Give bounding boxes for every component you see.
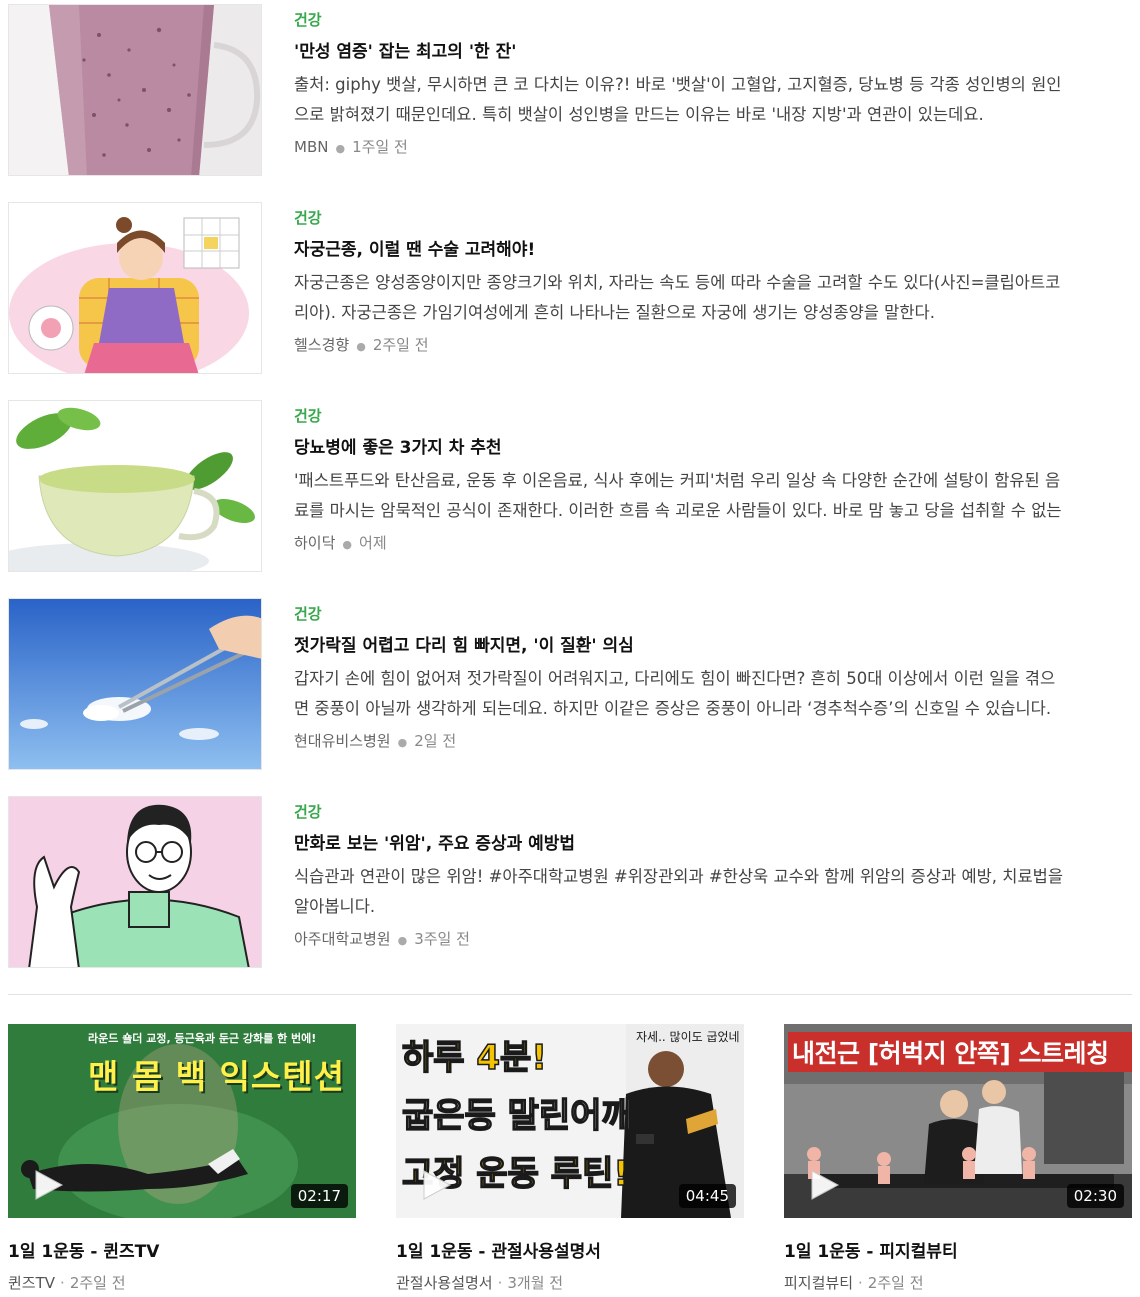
article-description: 자궁근종은 양성종양이지만 종양크기와 위치, 자라는 속도 등에 따라 수술을… xyxy=(294,273,1061,322)
article-category: 건강 xyxy=(294,407,322,425)
video-meta: 관절사용설명서 · 3개월 전 xyxy=(396,1273,744,1293)
woman-illustration-image xyxy=(9,203,261,373)
video-title[interactable]: 1일 1운동 - 퀸즈TV xyxy=(8,1240,356,1264)
video-thumbnail[interactable]: 내전근 [허벅지 안쪽] 스트레칭 02:30 xyxy=(784,1024,1132,1218)
separator-dot: ● xyxy=(397,736,408,749)
article-meta: MBN ● 1주일 전 xyxy=(294,137,1064,159)
video-meta: 피지컬뷰티 · 2주일 전 xyxy=(784,1273,1132,1293)
article-source[interactable]: MBN xyxy=(294,138,328,156)
separator-dot: ● xyxy=(335,142,346,155)
play-icon[interactable] xyxy=(30,1168,64,1202)
article-title[interactable]: 당뇨병에 좋은 3가지 차 추천 xyxy=(294,436,1064,460)
separator-dot: ● xyxy=(356,340,366,353)
article-title[interactable]: '만성 염증' 잡는 최고의 '한 잔' xyxy=(294,40,1064,64)
article-thumbnail-smoothie[interactable] xyxy=(8,4,262,176)
article-time: 2주일 전 xyxy=(372,336,429,354)
article-item[interactable]: 건강 젓가락질 어렵고 다리 힘 빠지면, '이 질환' 의심 갑자기 손에 힘… xyxy=(8,598,1132,770)
video-item[interactable]: 내전근 [허벅지 안쪽] 스트레칭 02:30 1일 1운동 - 피지컬뷰티 피… xyxy=(784,1024,1132,1293)
play-icon[interactable] xyxy=(806,1168,840,1202)
video-meta: 퀸즈TV · 2주일 전 xyxy=(8,1273,356,1293)
separator: · xyxy=(497,1274,503,1292)
chopsticks-sky-image xyxy=(9,599,261,769)
video-time: 2주일 전 xyxy=(867,1274,924,1292)
article-thumbnail-chopsticks[interactable] xyxy=(8,598,262,770)
video-thumbnail[interactable]: 라운드 숄더 교정, 등근육과 둔근 강화를 한 번에! 맨 몸 백 익스텐션 … xyxy=(8,1024,356,1218)
article-category: 건강 xyxy=(294,803,322,821)
article-meta: 현대유비스병원 ● 2일 전 xyxy=(294,731,1064,753)
video-channel[interactable]: 피지컬뷰티 xyxy=(784,1274,853,1292)
video-time: 2주일 전 xyxy=(69,1274,126,1292)
video-channel[interactable]: 관절사용설명서 xyxy=(396,1274,493,1292)
overlay-headline: 맨 몸 백 익스텐션 xyxy=(88,1057,345,1096)
article-title[interactable]: 만화로 보는 '위암', 주요 증상과 예방법 xyxy=(294,832,1064,856)
article-meta: 아주대학교병원 ● 3주일 전 xyxy=(294,929,1064,951)
article-item[interactable]: 건강 당뇨병에 좋은 3가지 차 추천 '패스트푸드와 탄산음료, 운동 후 이… xyxy=(8,400,1132,572)
video-thumbnail[interactable]: 하루 4분! 굽은등 말린어깨 고정 운동 루틴! 자세.. 많이도 굽었네 0… xyxy=(396,1024,744,1218)
article-category: 건강 xyxy=(294,605,322,623)
play-icon[interactable] xyxy=(418,1168,452,1202)
overlay-corner-text: 자세.. 많이도 굽었네 xyxy=(636,1030,740,1044)
video-duration: 02:17 xyxy=(290,1184,348,1208)
article-item[interactable]: 건강 만화로 보는 '위암', 주요 증상과 예방법 식습관과 연관이 많은 위… xyxy=(8,796,1132,968)
video-time: 3개월 전 xyxy=(507,1274,564,1292)
article-time: 3주일 전 xyxy=(414,930,470,948)
article-meta: 하이닥 ● 어제 xyxy=(294,533,1064,555)
video-channel[interactable]: 퀸즈TV xyxy=(8,1274,55,1292)
article-description: 갑자기 손에 힘이 없어져 젓가락질이 어려워지고, 다리에도 힘이 빠진다면?… xyxy=(294,669,1056,718)
green-tea-image xyxy=(9,401,261,571)
video-title[interactable]: 1일 1운동 - 관절사용설명서 xyxy=(396,1240,744,1264)
separator-dot: ● xyxy=(342,538,353,551)
overlay-subtitle: 라운드 숄더 교정, 등근육과 둔근 강화를 한 번에! xyxy=(88,1032,317,1045)
video-duration: 04:45 xyxy=(678,1184,736,1208)
video-title[interactable]: 1일 1운동 - 피지컬뷰티 xyxy=(784,1240,1132,1264)
article-item[interactable]: 건강 '만성 염증' 잡는 최고의 '한 잔' 출처: giphy 뱃살, 무시… xyxy=(8,4,1132,176)
article-source[interactable]: 현대유비스병원 xyxy=(294,732,391,750)
overlay-line-1: 하루 4분! xyxy=(401,1037,547,1079)
article-source[interactable]: 헬스경향 xyxy=(294,336,349,354)
article-item[interactable]: 건강 자궁근종, 이럴 땐 수술 고려해야! 자궁근종은 양성종양이지만 종양크… xyxy=(8,202,1132,374)
article-title[interactable]: 자궁근종, 이럴 땐 수술 고려해야! xyxy=(294,238,1064,262)
article-time: 1주일 전 xyxy=(352,138,408,156)
article-meta: 헬스경향 ● 2주일 전 xyxy=(294,335,1064,357)
smoothie-image xyxy=(9,5,261,175)
article-description: '패스트푸드와 탄산음료, 운동 후 이온음료, 식사 후에는 커피'처럼 우리… xyxy=(294,471,1062,520)
article-thumbnail-comic[interactable] xyxy=(8,796,262,968)
video-item[interactable]: 하루 4분! 굽은등 말린어깨 고정 운동 루틴! 자세.. 많이도 굽었네 0… xyxy=(396,1024,744,1293)
video-duration: 02:30 xyxy=(1066,1184,1124,1208)
article-category: 건강 xyxy=(294,11,322,29)
article-category: 건강 xyxy=(294,209,322,227)
article-source[interactable]: 하이닥 xyxy=(294,534,335,552)
separator: · xyxy=(858,1274,863,1292)
article-thumbnail-tea[interactable] xyxy=(8,400,262,572)
video-item[interactable]: 라운드 숄더 교정, 등근육과 둔근 강화를 한 번에! 맨 몸 백 익스텐션 … xyxy=(8,1024,356,1293)
overlay-headline: 내전근 [허벅지 안쪽] 스트레칭 xyxy=(788,1032,1132,1072)
separator: · xyxy=(60,1274,65,1292)
article-source[interactable]: 아주대학교병원 xyxy=(294,930,391,948)
article-description: 식습관과 연관이 많은 위암! #아주대학교병원 #위장관외과 #한상욱 교수와… xyxy=(294,867,1064,916)
article-time: 어제 xyxy=(359,534,387,552)
article-time: 2일 전 xyxy=(414,732,457,750)
doctor-comic-image xyxy=(9,797,261,967)
section-divider xyxy=(8,994,1132,995)
separator-dot: ● xyxy=(397,934,408,947)
article-thumbnail-illustration[interactable] xyxy=(8,202,262,374)
article-title[interactable]: 젓가락질 어렵고 다리 힘 빠지면, '이 질환' 의심 xyxy=(294,634,1064,658)
article-description: 출처: giphy 뱃살, 무시하면 큰 코 다치는 이유?! 바로 '뱃살'이… xyxy=(294,75,1062,124)
overlay-line-2: 굽은등 말린어깨 xyxy=(401,1095,633,1137)
